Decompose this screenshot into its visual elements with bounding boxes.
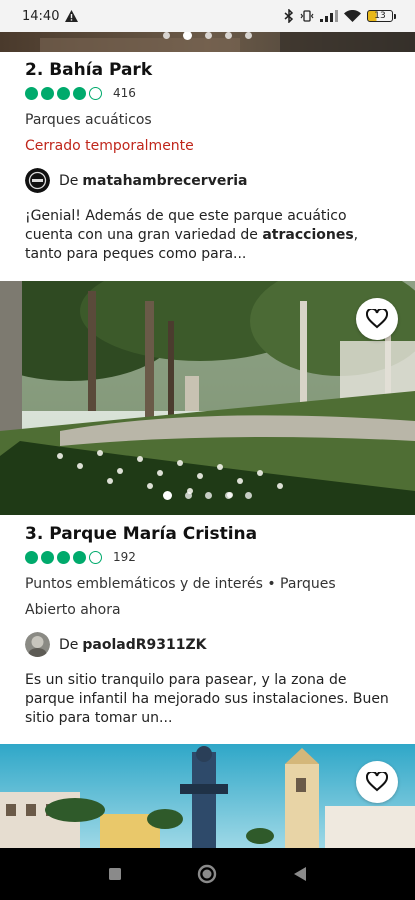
- author-avatar: [25, 168, 50, 193]
- rating-bubble-filled: [25, 550, 38, 564]
- attraction-card-parque-maria-cristina[interactable]: 3. Parque María Cristina 192 Puntos embl…: [25, 524, 395, 728]
- category: Puntos emblemáticos y de interés • Parqu…: [25, 576, 336, 592]
- save-favorite-button[interactable]: [356, 761, 398, 803]
- category: Parques acuáticos: [25, 112, 152, 128]
- heart-icon: [366, 772, 388, 792]
- review-count: 416: [113, 86, 136, 100]
- recent-apps-button[interactable]: [108, 867, 122, 881]
- rating-bubble-empty: [89, 550, 102, 564]
- home-button[interactable]: [197, 864, 217, 884]
- battery-icon: 13: [367, 10, 396, 22]
- author-prefix: De: [59, 172, 79, 189]
- bluetooth-icon: [284, 9, 294, 23]
- review-author[interactable]: De matahambrecerveria: [25, 168, 395, 193]
- vibrate-icon: [300, 10, 314, 22]
- author-name[interactable]: paoladR9311ZK: [82, 637, 206, 653]
- rating-bubble-filled: [57, 86, 70, 100]
- rating-bubble-filled: [25, 86, 38, 100]
- rating-bubble-filled: [41, 550, 54, 564]
- wifi-icon: [344, 9, 361, 22]
- carousel-dot[interactable]: [205, 492, 212, 499]
- review-author[interactable]: De paoladR9311ZK: [25, 632, 395, 657]
- card-title[interactable]: 3. Parque María Cristina: [25, 524, 395, 544]
- review-count: 192: [113, 550, 136, 564]
- carousel-dot-active[interactable]: [183, 32, 192, 40]
- carousel-dot-active[interactable]: [163, 491, 172, 500]
- back-button[interactable]: [293, 866, 307, 882]
- carousel-dot[interactable]: [245, 492, 252, 499]
- carousel-dot[interactable]: [205, 32, 212, 39]
- card-4-image[interactable]: [0, 744, 415, 848]
- signal-icon: [320, 10, 338, 22]
- review-snippet[interactable]: Es un sitio tranquilo para pasear, y la …: [25, 671, 395, 728]
- card-title[interactable]: 2. Bahía Park: [25, 60, 395, 80]
- rating-bubble-filled: [57, 550, 70, 564]
- attraction-card-bahia-park[interactable]: 2. Bahía Park 416 Parques acuáticos Cerr…: [25, 60, 395, 264]
- rating-bubble-filled: [73, 550, 86, 564]
- rating-row: 416: [25, 86, 395, 100]
- author-name[interactable]: matahambrecerveria: [82, 173, 247, 189]
- carousel-dots: [0, 32, 415, 40]
- carousel-dot[interactable]: [225, 492, 232, 499]
- carousel-dot[interactable]: [163, 32, 170, 39]
- author-avatar: [25, 632, 50, 657]
- carousel-dot[interactable]: [185, 492, 192, 499]
- card-1-image[interactable]: [0, 32, 415, 52]
- review-snippet[interactable]: ¡Genial! Además de que este parque acuát…: [25, 207, 395, 264]
- carousel-dots: [0, 491, 415, 500]
- status-bar: 14:40 13: [0, 0, 415, 32]
- rating-bubble-filled: [73, 86, 86, 100]
- status-time: 14:40: [22, 8, 60, 24]
- alert-icon: [65, 10, 79, 22]
- rating-bubble-empty: [89, 86, 102, 100]
- save-favorite-button[interactable]: [356, 298, 398, 340]
- card-3-image[interactable]: [0, 281, 415, 515]
- system-navigation-bar: [0, 848, 415, 900]
- author-prefix: De: [59, 636, 79, 653]
- carousel-dot[interactable]: [225, 32, 232, 39]
- status-text: Cerrado temporalmente: [25, 138, 194, 154]
- status-text: Abierto ahora: [25, 602, 121, 618]
- carousel-dot[interactable]: [245, 32, 252, 39]
- heart-icon: [366, 309, 388, 329]
- rating-row: 192: [25, 550, 395, 564]
- rating-bubble-filled: [41, 86, 54, 100]
